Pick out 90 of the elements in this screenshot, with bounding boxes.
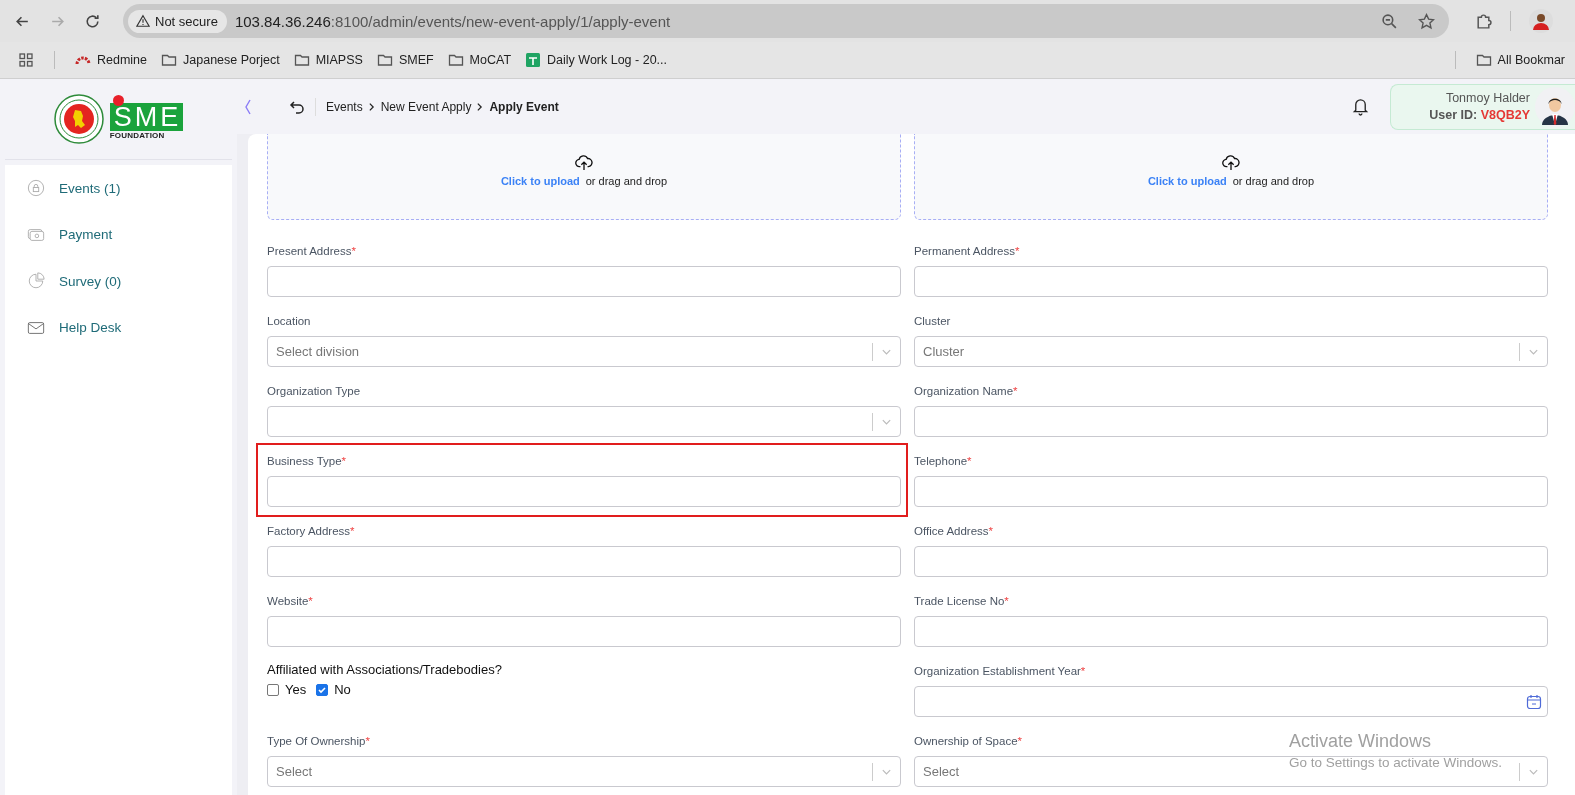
bell-icon[interactable] (1352, 97, 1369, 116)
upload-dropzone[interactable]: Click to upload or drag and drop (267, 134, 901, 220)
text-field[interactable] (914, 406, 1548, 437)
chevron-right-icon (476, 101, 484, 112)
field-label: Telephone* (914, 454, 972, 469)
select-field[interactable]: Cluster (914, 336, 1548, 367)
field-label: Present Address* (267, 244, 356, 259)
text-field[interactable] (267, 546, 901, 577)
breadcrumb-link[interactable]: New Event Apply (380, 99, 472, 114)
text-field[interactable] (914, 616, 1548, 647)
bookmark[interactable]: Redmine (75, 52, 148, 68)
field-label: Ownership of Space* (914, 734, 1023, 749)
calendar-icon[interactable] (1526, 693, 1542, 710)
text-field[interactable] (267, 266, 901, 297)
text-field[interactable] (267, 476, 901, 507)
lock-icon (27, 179, 45, 198)
field-label: Location (267, 314, 311, 329)
text-field[interactable] (914, 266, 1548, 297)
select-field[interactable]: Select division (267, 336, 901, 367)
folder-icon (447, 52, 464, 68)
checkbox-option[interactable]: Yes (267, 682, 307, 697)
field-label: Organization Type (267, 384, 361, 399)
warning-icon (136, 14, 150, 28)
question-label: Affiliated with Associations/Tradebodies? (267, 662, 502, 678)
checkbox[interactable] (267, 683, 279, 696)
profile-avatar[interactable] (1529, 9, 1553, 33)
chevron-down-icon (881, 767, 892, 776)
chevron-down-icon (881, 417, 892, 426)
apps-icon[interactable] (18, 52, 34, 68)
star-icon[interactable] (1418, 12, 1435, 30)
folder-icon (161, 52, 178, 68)
select-field[interactable]: Select (267, 756, 901, 787)
chevron-down-icon (1528, 767, 1539, 776)
activation-notice-title: Activate Windows (1289, 731, 1433, 752)
breadcrumb-link[interactable]: Events (326, 99, 363, 114)
bookmark[interactable]: Japanese Porject (161, 52, 280, 68)
sidebar-item[interactable]: Events (1) (5, 165, 232, 212)
url-text: 103.84.36.246:8100/admin/events/new-event-apply/1/apply-event (234, 12, 672, 30)
field-label: Permanent Address* (914, 244, 1020, 259)
field-label: Cluster (914, 314, 951, 329)
reload-icon[interactable] (84, 12, 101, 30)
zoom-icon[interactable] (1381, 12, 1398, 30)
sidebar-item[interactable]: Help Desk (5, 304, 232, 351)
field-label: Type Of Ownership* (267, 734, 370, 749)
emblem-icon (53, 94, 104, 144)
activation-notice-text: Go to Settings to activate Windows. (1289, 755, 1503, 770)
folder-icon (376, 52, 393, 68)
logo: SME FOUNDATION (109, 98, 184, 140)
bookmark[interactable]: SMEF (376, 52, 434, 68)
upload-hint: or drag and drop (585, 175, 668, 187)
checkbox[interactable] (316, 683, 329, 696)
text-field[interactable] (914, 476, 1548, 507)
user-name: Tonmoy Halder (1445, 91, 1530, 105)
bookmark[interactable]: MIAPSS (293, 52, 363, 68)
upload-icon (1222, 155, 1240, 171)
sidebar-item[interactable]: Payment (5, 211, 232, 258)
select-field[interactable] (267, 406, 901, 437)
security-chip[interactable]: Not secure (128, 9, 227, 33)
field-label: Organization Name* (914, 384, 1018, 399)
chevron-down-icon (1528, 347, 1539, 356)
chevron-down-icon (881, 347, 892, 356)
field-label: Trade License No* (914, 594, 1009, 609)
user-id: User ID: V8QB2Y (1429, 108, 1530, 122)
folder-icon (1475, 52, 1492, 68)
text-field[interactable] (914, 546, 1548, 577)
upload-hint: or drag and drop (1232, 175, 1315, 187)
chevron-right-icon (367, 101, 375, 112)
folder-icon (293, 52, 310, 68)
text-field[interactable] (267, 616, 901, 647)
field-label: Office Address* (914, 524, 994, 539)
field-label: Factory Address* (267, 524, 355, 539)
bookmark[interactable]: MoCAT (447, 52, 512, 68)
upload-icon (575, 155, 593, 171)
field-label: Organization Establishment Year* (914, 664, 1086, 679)
extensions-icon[interactable] (1475, 12, 1492, 30)
all-bookmarks[interactable]: All Bookmar (1475, 52, 1565, 68)
address-bar[interactable]: Not secure 103.84.36.246:8100/admin/events/new-event-apply/1/apply-event (123, 4, 1449, 38)
user-card[interactable]: Tonmoy Halder User ID: V8QB2Y (1390, 83, 1575, 130)
pie-chart-icon (27, 272, 45, 291)
upload-dropzone[interactable]: Click to upload or drag and drop (914, 134, 1548, 220)
field-label: Business Type* (267, 454, 347, 469)
checkbox-option[interactable]: No (316, 682, 351, 697)
sidebar-item[interactable]: Survey (0) (5, 258, 232, 305)
field-label: Website* (267, 594, 313, 609)
date-field[interactable] (914, 686, 1548, 717)
undo-icon[interactable] (289, 98, 305, 115)
bookmark[interactable]: Daily Work Log - 20... (525, 52, 667, 68)
spreadsheet-icon (525, 52, 542, 68)
avatar (1535, 86, 1575, 127)
breadcrumb-link[interactable]: Apply Event (489, 99, 559, 114)
